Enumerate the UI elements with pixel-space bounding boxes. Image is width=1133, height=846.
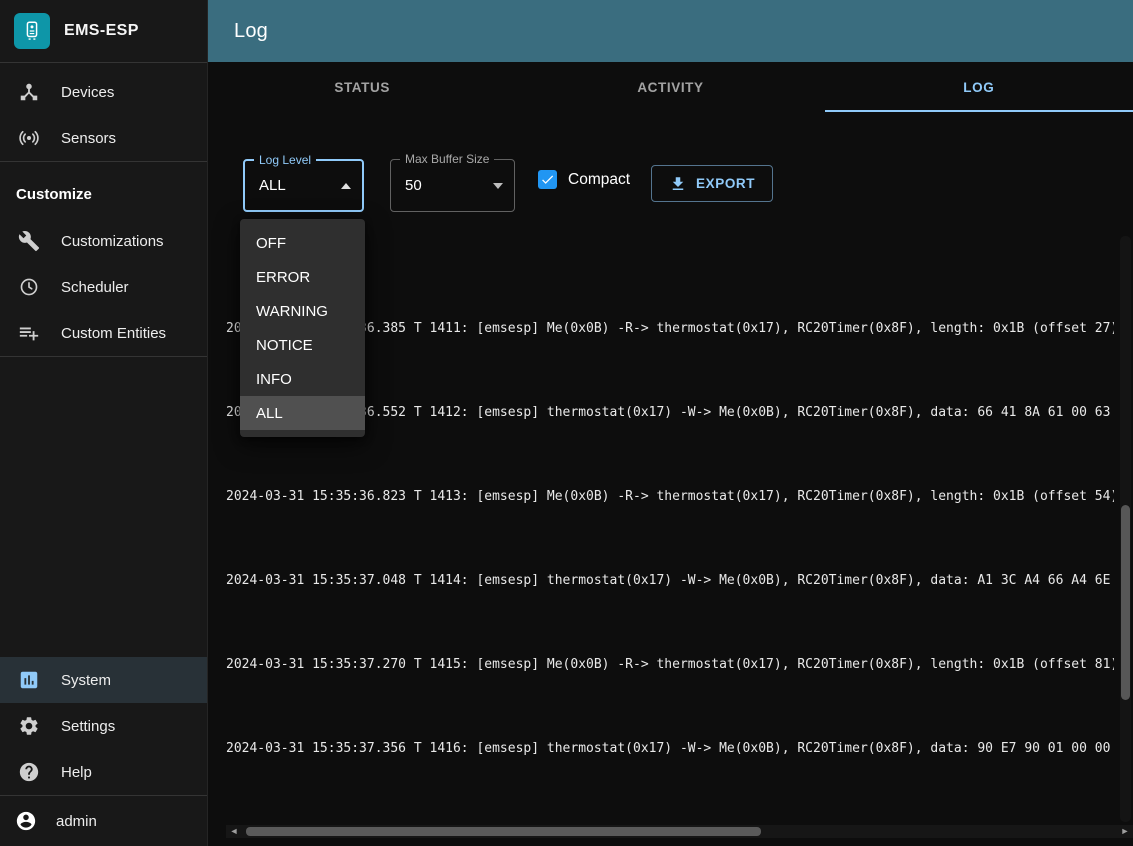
- sidebar-item-system[interactable]: System: [0, 657, 207, 703]
- sidebar-item-label: Scheduler: [61, 279, 129, 296]
- sidebar-item-label: Settings: [61, 718, 115, 735]
- sidebar-item-label: System: [61, 672, 111, 689]
- log-line: 2024-03-31 15:35:37.356 T 1416: [emsesp]…: [226, 738, 1114, 759]
- sidebar-item-label: Help: [61, 764, 92, 781]
- log-line: 2024-03-31 15:35:37.270 T 1415: [emsesp]…: [226, 654, 1114, 675]
- horizontal-scrollbar-thumb[interactable]: [246, 827, 761, 836]
- log-controls: Log Level ALL Max Buffer Size 50 Compact…: [208, 112, 1133, 236]
- sidebar-item-scheduler[interactable]: Scheduler: [0, 264, 207, 310]
- sensors-icon: [17, 126, 41, 150]
- tab-label: LOG: [963, 80, 994, 95]
- app-bar: Log: [208, 0, 1133, 62]
- tab-log[interactable]: LOG: [825, 62, 1133, 112]
- max-buffer-label: Max Buffer Size: [400, 152, 494, 167]
- clock-icon: [17, 275, 41, 299]
- help-icon: [17, 760, 41, 784]
- log-level-option[interactable]: ALL: [240, 396, 365, 430]
- check-icon: [540, 172, 555, 187]
- system-analytics-icon: [17, 668, 41, 692]
- sidebar-header: EMS-ESP: [0, 0, 207, 62]
- sidebar-item-label: Customizations: [61, 233, 164, 250]
- scroll-left-arrow-icon[interactable]: ◄: [226, 825, 242, 838]
- tab-label: STATUS: [334, 80, 390, 95]
- log-level-option[interactable]: NOTICE: [240, 328, 365, 362]
- horizontal-scrollbar[interactable]: ◄ ►: [226, 825, 1133, 838]
- sidebar-item-label: Sensors: [61, 130, 116, 147]
- vertical-scrollbar-thumb[interactable]: [1121, 505, 1130, 700]
- horizontal-scrollbar-track[interactable]: [242, 825, 1117, 838]
- sidebar: EMS-ESP Devices Sensors Customize Custom…: [0, 0, 208, 846]
- wrench-icon: [17, 229, 41, 253]
- max-buffer-select[interactable]: Max Buffer Size 50: [390, 159, 515, 212]
- log-level-option[interactable]: INFO: [240, 362, 365, 396]
- sidebar-item-custom-entities[interactable]: Custom Entities: [0, 310, 207, 356]
- app-logo-icon: [14, 13, 50, 49]
- log-level-option[interactable]: WARNING: [240, 294, 365, 328]
- page-title: Log: [234, 20, 268, 43]
- divider: [0, 161, 207, 162]
- app-title: EMS-ESP: [64, 22, 139, 40]
- log-line: 2024-03-31 15:35:37.048 T 1414: [emsesp]…: [226, 570, 1114, 591]
- vertical-scrollbar[interactable]: [1120, 236, 1131, 822]
- export-label: EXPORT: [696, 176, 755, 191]
- sidebar-item-settings[interactable]: Settings: [0, 703, 207, 749]
- compact-label: Compact: [568, 171, 630, 189]
- log-level-option[interactable]: OFF: [240, 226, 365, 260]
- scroll-right-arrow-icon[interactable]: ►: [1117, 825, 1133, 838]
- log-line: 2024-03-31 15:35:36.823 T 1413: [emsesp]…: [226, 486, 1114, 507]
- tab-bar: STATUS ACTIVITY LOG: [208, 62, 1133, 112]
- tab-label: ACTIVITY: [637, 80, 703, 95]
- export-button[interactable]: EXPORT: [651, 165, 773, 202]
- download-icon: [669, 175, 687, 193]
- caret-down-icon: [493, 183, 503, 189]
- sidebar-item-label: Devices: [61, 84, 114, 101]
- log-level-select[interactable]: Log Level ALL: [243, 159, 364, 212]
- gear-icon: [17, 714, 41, 738]
- compact-checkbox[interactable]: [538, 170, 557, 189]
- playlist-add-icon: [17, 321, 41, 345]
- user-name: admin: [56, 813, 97, 830]
- devices-icon: [17, 80, 41, 104]
- caret-up-icon: [341, 183, 351, 189]
- compact-toggle[interactable]: Compact: [538, 170, 630, 189]
- sidebar-section-customize: Customize: [0, 170, 207, 218]
- sidebar-item-help[interactable]: Help: [0, 749, 207, 795]
- sidebar-item-admin[interactable]: admin: [0, 796, 207, 846]
- log-level-option[interactable]: ERROR: [240, 260, 365, 294]
- sidebar-item-devices[interactable]: Devices: [0, 69, 207, 115]
- log-level-menu: OFF ERROR WARNING NOTICE INFO ALL: [240, 219, 365, 437]
- log-level-label: Log Level: [254, 153, 316, 168]
- sidebar-item-customizations[interactable]: Customizations: [0, 218, 207, 264]
- sidebar-item-sensors[interactable]: Sensors: [0, 115, 207, 161]
- sidebar-item-label: Custom Entities: [61, 325, 166, 342]
- tab-activity[interactable]: ACTIVITY: [516, 62, 824, 112]
- tab-status[interactable]: STATUS: [208, 62, 516, 112]
- account-circle-icon: [14, 809, 38, 833]
